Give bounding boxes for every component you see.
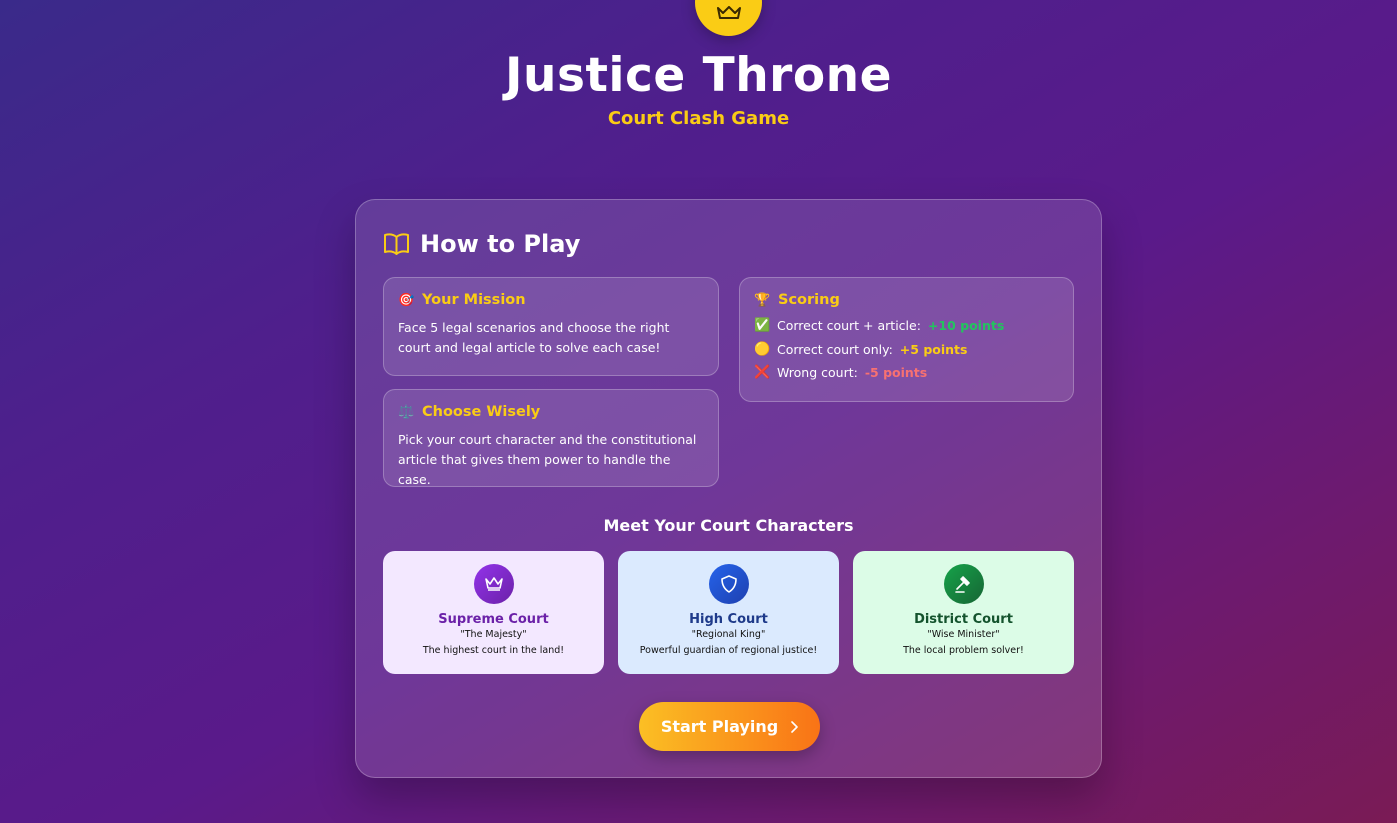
gavel-icon <box>943 564 984 604</box>
character-description: The highest court in the land! <box>422 645 565 656</box>
character-name: District Court <box>914 612 1013 627</box>
trophy-icon: 🏆 <box>754 292 771 308</box>
character-description: Powerful guardian of regional justice! <box>639 645 818 656</box>
shield-icon <box>708 564 749 604</box>
how-to-play-header: How to Play <box>383 230 580 258</box>
character-card-high[interactable]: High Court "Regional King" Powerful guar… <box>618 551 839 674</box>
check-icon: ✅ <box>754 318 771 333</box>
scoring-box: 🏆 Scoring ✅ Correct court + article: +10… <box>739 277 1074 402</box>
scoring-title: Scoring <box>778 292 840 308</box>
character-nickname: "Wise Minister" <box>927 629 1000 640</box>
coin-icon: 🟡 <box>754 341 771 357</box>
character-nickname: "The Majesty" <box>460 629 527 640</box>
app-subtitle: Court Clash Game <box>607 108 790 129</box>
cross-icon: ❌ <box>754 365 771 380</box>
score-points: -5 points <box>864 365 928 380</box>
score-line-full: ✅ Correct court + article: +10 points <box>754 314 1059 338</box>
start-playing-button[interactable]: Start Playing <box>639 702 820 751</box>
how-to-play-title: How to Play <box>420 230 581 258</box>
score-points: +5 points <box>899 341 968 357</box>
app-title: Justice Throne <box>505 48 892 103</box>
logo-badge <box>695 0 762 36</box>
character-card-district[interactable]: District Court "Wise Minister" The local… <box>853 551 1074 674</box>
mission-text: Face 5 legal scenarios and choose the ri… <box>398 320 670 355</box>
scales-icon: ⚖️ <box>398 404 415 420</box>
crown-icon <box>473 564 514 604</box>
score-label: Correct court only: <box>777 341 893 357</box>
character-description: The local problem solver! <box>903 645 1024 656</box>
chevron-right-icon <box>791 720 798 733</box>
choose-wisely-box: ⚖️ Choose Wisely Pick your court charact… <box>383 389 719 487</box>
target-icon: 🎯 <box>398 292 415 308</box>
score-label: Correct court + article: <box>777 318 921 333</box>
mission-box: 🎯 Your Mission Face 5 legal scenarios an… <box>383 277 719 376</box>
book-icon <box>384 233 409 255</box>
mission-title: Your Mission <box>422 292 526 308</box>
score-line-wrong: ❌ Wrong court: -5 points <box>754 361 1059 385</box>
choose-wisely-text: Pick your court character and the consti… <box>398 432 697 487</box>
choose-wisely-title: Choose Wisely <box>422 404 541 420</box>
start-playing-label: Start Playing <box>660 717 779 736</box>
score-points: +10 points <box>927 318 1005 333</box>
score-label: Wrong court: <box>777 365 858 380</box>
character-name: Supreme Court <box>438 612 549 627</box>
crown-icon <box>716 6 741 19</box>
character-card-supreme[interactable]: Supreme Court "The Majesty" The highest … <box>383 551 604 674</box>
character-name: High Court <box>689 612 768 627</box>
characters-title: Meet Your Court Characters <box>603 516 854 535</box>
character-nickname: "Regional King" <box>691 629 766 640</box>
how-to-play-card: How to Play 🎯 Your Mission Face 5 legal … <box>355 199 1102 778</box>
score-line-partial: 🟡 Correct court only: +5 points <box>754 338 1059 362</box>
